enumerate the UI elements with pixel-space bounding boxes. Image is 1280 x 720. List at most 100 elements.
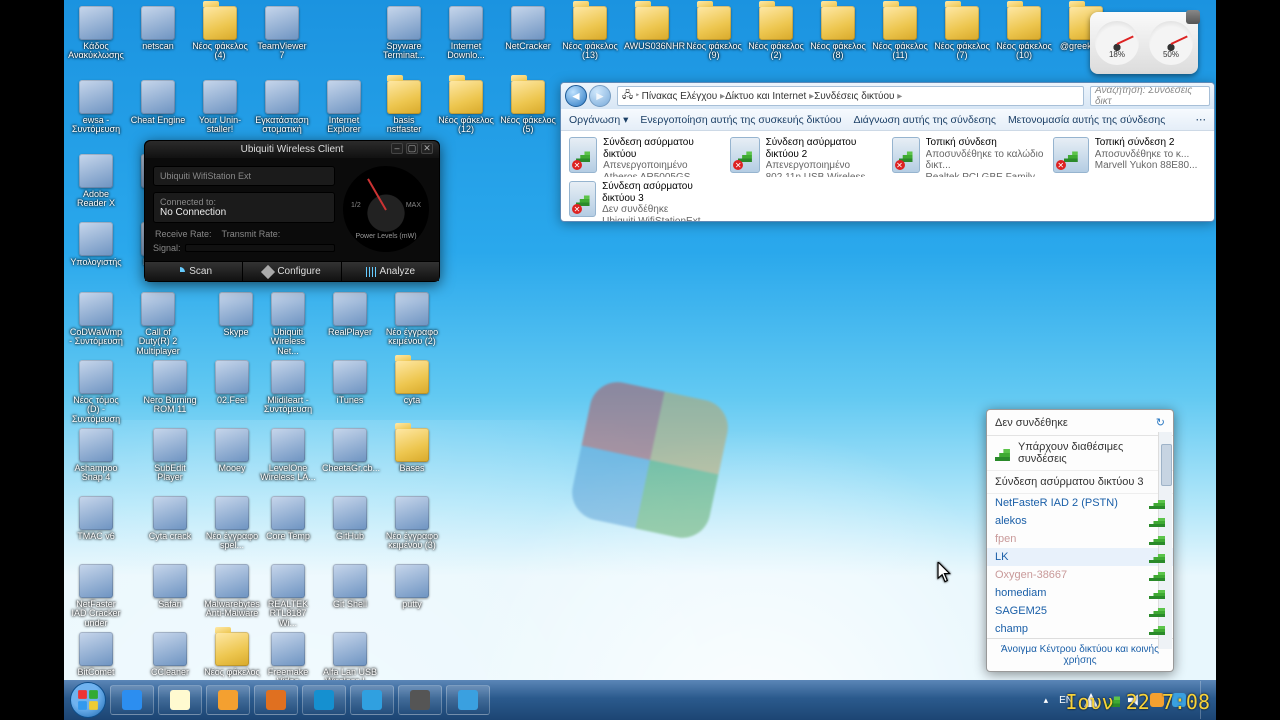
- window-title-bar[interactable]: Ubiquiti Wireless Client – ▢ ✕: [145, 141, 439, 158]
- desktop[interactable]: Κάδος ΑνακύκλωσηςnetscanΝέος φάκελος (4)…: [64, 0, 1216, 720]
- forward-button[interactable]: ►: [589, 85, 611, 107]
- desktop-icon[interactable]: Νέο έγγραφο κειμένου (3): [384, 496, 440, 551]
- desktop-icon[interactable]: 02.Feel: [204, 360, 260, 405]
- desktop-icon[interactable]: Νέος τόμος (D) - Συντόμευση: [68, 360, 124, 424]
- network-connections-window[interactable]: ◄ ► 🖧Πίνακας ΕλέγχουΔίκτυο και InternetΣ…: [560, 82, 1215, 222]
- desktop-icon[interactable]: Cheat Engine: [130, 80, 186, 125]
- network-adapter-item[interactable]: ✕Σύνδεση ασύρματου δικτύου 3Δεν συνδέθηκ…: [569, 181, 722, 221]
- desktop-icon[interactable]: TeamViewer 7: [254, 6, 310, 61]
- desktop-icon[interactable]: TMAC v6: [68, 496, 124, 541]
- open-network-center-link[interactable]: Άνοιγμα Κέντρου δικτύου και κοινής χρήση…: [987, 638, 1173, 671]
- desktop-icon[interactable]: SubEdit Player: [142, 428, 198, 483]
- desktop-icon[interactable]: Νέος φάκελος (13): [562, 6, 618, 61]
- desktop-icon[interactable]: ewsa - Συντόμευση: [68, 80, 124, 135]
- toolbar-item[interactable]: Μετονομασία αυτής της σύνδεσης: [1008, 114, 1165, 126]
- desktop-icon[interactable]: Skype: [208, 292, 264, 337]
- ubiquiti-window[interactable]: Ubiquiti Wireless Client – ▢ ✕ Ubiquiti …: [144, 140, 440, 282]
- network-adapter-item[interactable]: ✕Τοπική σύνδεση 2Αποσυνδέθηκε το κ...Mar…: [1053, 137, 1206, 177]
- breadcrumb[interactable]: 🖧Πίνακας ΕλέγχουΔίκτυο και InternetΣυνδέ…: [617, 86, 1084, 106]
- desktop-icon[interactable]: Νέος φάκελος (12): [438, 80, 494, 135]
- desktop-icon[interactable]: Mooey: [204, 428, 260, 473]
- back-button[interactable]: ◄: [565, 85, 587, 107]
- configure-tab[interactable]: Configure: [243, 262, 341, 281]
- network-adapter-item[interactable]: ✕Σύνδεση ασύρματου δικτύουΑπενεργοποιημέ…: [569, 137, 722, 177]
- desktop-icon[interactable]: Νέος φάκελος (11): [872, 6, 928, 61]
- minimize-button[interactable]: –: [391, 143, 403, 154]
- wifi-network-item[interactable]: SAGEM25: [987, 602, 1173, 620]
- desktop-icon[interactable]: Νέο έγγραφο κειμένου (2): [384, 292, 440, 347]
- breadcrumb-item[interactable]: Πίνακας Ελέγχου: [642, 91, 725, 102]
- refresh-icon[interactable]: ↻: [1156, 416, 1165, 429]
- desktop-icon[interactable]: Your Unin-staller!: [192, 80, 248, 135]
- wifi-network-item[interactable]: homediam: [987, 584, 1173, 602]
- desktop-icon[interactable]: Internet Downlo...: [438, 6, 494, 61]
- tray-expand-icon[interactable]: ▴: [1044, 695, 1049, 706]
- desktop-icon[interactable]: Cyta crack: [142, 496, 198, 541]
- cpu-meter-gadget[interactable]: 18% 50%: [1090, 12, 1198, 74]
- start-button[interactable]: [70, 682, 106, 718]
- taskbar-pinned-app[interactable]: [110, 685, 154, 715]
- desktop-icon[interactable]: basis nstfaster: [376, 80, 432, 135]
- taskbar-pinned-app[interactable]: [206, 685, 250, 715]
- analyze-tab[interactable]: Analyze: [342, 262, 439, 281]
- taskbar-pinned-app[interactable]: [350, 685, 394, 715]
- desktop-icon[interactable]: Alfa Lan USB Wireless L...: [322, 632, 378, 687]
- breadcrumb-item[interactable]: Δίκτυο και Internet: [725, 91, 814, 102]
- desktop-icon[interactable]: Git Shell: [322, 564, 378, 609]
- desktop-icon[interactable]: LevelOne Wireless LA...: [260, 428, 316, 483]
- more-icon[interactable]: ⋯: [1196, 114, 1207, 126]
- desktop-icon[interactable]: Νέος φάκελος (7): [934, 6, 990, 61]
- network-adapter-item[interactable]: ✕Τοπική σύνδεσηΑποσυνδέθηκε το καλώδιο δ…: [892, 137, 1045, 177]
- wifi-network-item[interactable]: champ: [987, 620, 1173, 638]
- desktop-icon[interactable]: Εγκατάσταση στοματική: [254, 80, 310, 135]
- desktop-icon[interactable]: Mlidileart - Συντόμευση: [260, 360, 316, 415]
- desktop-icon[interactable]: CheetaGr.cb...: [322, 428, 378, 473]
- taskbar-pinned-app[interactable]: [302, 685, 346, 715]
- desktop-icon[interactable]: BitComet: [68, 632, 124, 677]
- desktop-icon[interactable]: Ashampoo Snap 4: [68, 428, 124, 483]
- wifi-network-item[interactable]: fpen: [987, 530, 1173, 548]
- wifi-network-item[interactable]: alekos: [987, 512, 1173, 530]
- wifi-network-item[interactable]: LK: [987, 548, 1173, 566]
- search-input[interactable]: Αναζήτηση: Συνδέσεις δικτ: [1090, 86, 1210, 106]
- scan-tab[interactable]: Scan: [145, 262, 243, 281]
- taskbar-pinned-app[interactable]: [398, 685, 442, 715]
- desktop-icon[interactable]: Ubiquiti Wireless Net...: [260, 292, 316, 356]
- desktop-icon[interactable]: RealPlayer: [322, 292, 378, 337]
- desktop-icon[interactable]: Νέος φάκελος (9): [686, 6, 742, 61]
- desktop-icon[interactable]: putty: [384, 564, 440, 609]
- breadcrumb-item[interactable]: Συνδέσεις δικτύου: [814, 91, 902, 102]
- maximize-button[interactable]: ▢: [406, 143, 418, 154]
- desktop-icon[interactable]: netscan: [130, 6, 186, 51]
- desktop-icon[interactable]: Νέος φάκελος (4): [192, 6, 248, 61]
- desktop-icon[interactable]: Core Temp: [260, 496, 316, 541]
- taskbar-pinned-app[interactable]: [158, 685, 202, 715]
- desktop-icon[interactable]: Malwarebytes Anti-Malware: [204, 564, 260, 619]
- desktop-icon[interactable]: Κάδος Ανακύκλωσης: [68, 6, 124, 61]
- desktop-icon[interactable]: CoDWaWmp - Συντόμευση: [68, 292, 124, 347]
- desktop-icon[interactable]: Νέος φάκελος (10): [996, 6, 1052, 61]
- desktop-icon[interactable]: Νέος φάκελος (2): [748, 6, 804, 61]
- taskbar-pinned-app[interactable]: [446, 685, 490, 715]
- network-adapter-item[interactable]: ✕Σύνδεση ασύρματου δικτύου 2Απενεργοποιη…: [730, 137, 883, 177]
- desktop-icon[interactable]: Νέος φάκελος (5): [500, 80, 556, 135]
- desktop-icon[interactable]: Internet Explorer: [316, 80, 372, 135]
- desktop-icon[interactable]: REALTEK RTL8187 Wi...: [260, 564, 316, 628]
- desktop-icon[interactable]: Υπολογιστής: [68, 222, 124, 267]
- desktop-icon[interactable]: NetFaster IAD Cracker under: [68, 564, 124, 628]
- taskbar[interactable]: ▴ EN: [64, 680, 1216, 720]
- taskbar-pinned-app[interactable]: [254, 685, 298, 715]
- desktop-icon[interactable]: Νέος φάκελος: [204, 632, 260, 677]
- close-button[interactable]: ✕: [421, 143, 433, 154]
- desktop-icon[interactable]: Call of Duty(R) 2 Multiplayer: [130, 292, 186, 356]
- desktop-icon[interactable]: Adobe Reader X: [68, 154, 124, 209]
- wifi-network-item[interactable]: Oxygen-38667: [987, 566, 1173, 584]
- toolbar-item[interactable]: Οργάνωση ▾: [569, 114, 628, 126]
- desktop-icon[interactable]: Νέος φάκελος (8): [810, 6, 866, 61]
- desktop-icon[interactable]: Safari: [142, 564, 198, 609]
- desktop-icon[interactable]: Νέο έγγραφο spel...: [204, 496, 260, 551]
- desktop-icon[interactable]: Bases: [384, 428, 440, 473]
- desktop-icon[interactable]: CCleaner: [142, 632, 198, 677]
- wifi-flyout[interactable]: Δεν συνδέθηκε ↻ Υπάρχουν διαθέσιμες συνδ…: [986, 409, 1174, 672]
- desktop-icon[interactable]: AWUS036NHR: [624, 6, 680, 51]
